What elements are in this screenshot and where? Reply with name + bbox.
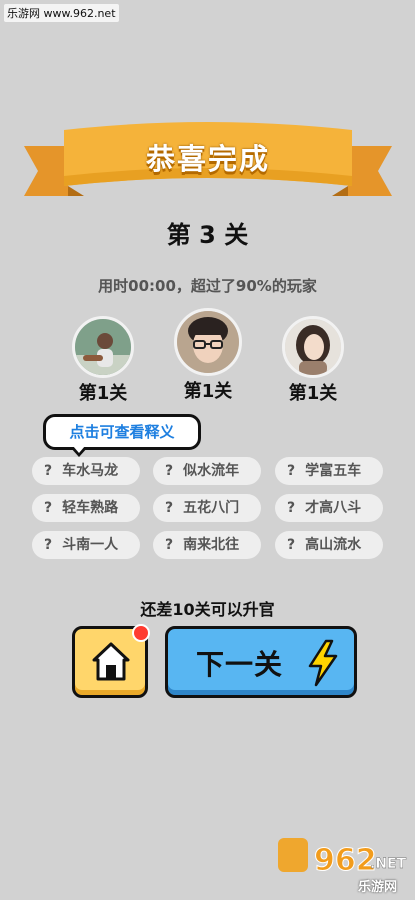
question-mark: ? (165, 537, 174, 553)
definition-tooltip: 点击可查看释义 (43, 414, 201, 450)
player-card-1[interactable]: 第1关 (63, 316, 143, 405)
question-mark: ? (165, 500, 174, 516)
upgrade-hint: 还差10关可以升官 (140, 600, 275, 619)
question-mark: ? (287, 463, 296, 479)
avatar (174, 308, 242, 376)
tooltip-tail-fill (73, 446, 85, 453)
idiom-chip[interactable]: ? 五花八门 (153, 494, 261, 522)
player-level: 第1关 (183, 381, 233, 402)
avatar (72, 316, 134, 378)
notification-dot (132, 624, 150, 642)
question-mark: ? (165, 463, 174, 479)
idiom-chip[interactable]: ? 车水马龙 (32, 457, 140, 485)
player-card-2[interactable]: 第1关 (168, 308, 248, 403)
watermark-text: 乐游网 www.962.net (4, 4, 119, 22)
idiom-chip[interactable]: ? 才高八斗 (275, 494, 383, 522)
question-mark: ? (44, 537, 53, 553)
next-level-label: 下一关 (196, 648, 284, 681)
banner-title: 恭喜完成 (145, 142, 270, 176)
svg-text:.NET: .NET (370, 856, 407, 872)
home-icon (92, 642, 130, 681)
idiom-text: 五花八门 (183, 500, 240, 516)
idiom-chip[interactable]: ? 斗南一人 (32, 531, 140, 559)
time-stat-text: 用时00:00，超过了90%的玩家 (98, 277, 317, 295)
idiom-chip[interactable]: ? 学富五车 (275, 457, 383, 485)
idiom-text: 才高八斗 (305, 500, 362, 516)
idiom-text: 似水流年 (183, 463, 240, 479)
idiom-text: 轻车熟路 (62, 500, 119, 516)
next-level-button[interactable]: 下一关 (165, 626, 357, 698)
site-logo-caption: 乐游网 (358, 880, 398, 895)
idiom-text: 学富五车 (305, 463, 362, 479)
idiom-chip[interactable]: ? 轻车熟路 (32, 494, 140, 522)
question-mark: ? (44, 500, 53, 516)
idiom-text: 斗南一人 (62, 537, 119, 553)
completion-banner: 恭喜完成 (24, 118, 392, 218)
player-level: 第1关 (78, 383, 128, 404)
idiom-chip[interactable]: ? 南来北往 (153, 531, 261, 559)
player-card-3[interactable]: 第1关 (273, 316, 353, 405)
level-title: 第 3 关 (166, 221, 249, 249)
idiom-text: 高山流水 (305, 537, 362, 553)
player-level: 第1关 (288, 383, 338, 404)
idiom-text: 南来北往 (183, 537, 240, 553)
question-mark: ? (287, 500, 296, 516)
avatar (282, 316, 344, 378)
question-mark: ? (44, 463, 53, 479)
question-mark: ? (287, 537, 296, 553)
idiom-chip[interactable]: ? 高山流水 (275, 531, 383, 559)
idiom-text: 车水马龙 (62, 463, 119, 479)
idiom-chip[interactable]: ? 似水流年 (153, 457, 261, 485)
svg-text:962: 962 (314, 843, 377, 878)
lightning-icon (308, 639, 338, 687)
